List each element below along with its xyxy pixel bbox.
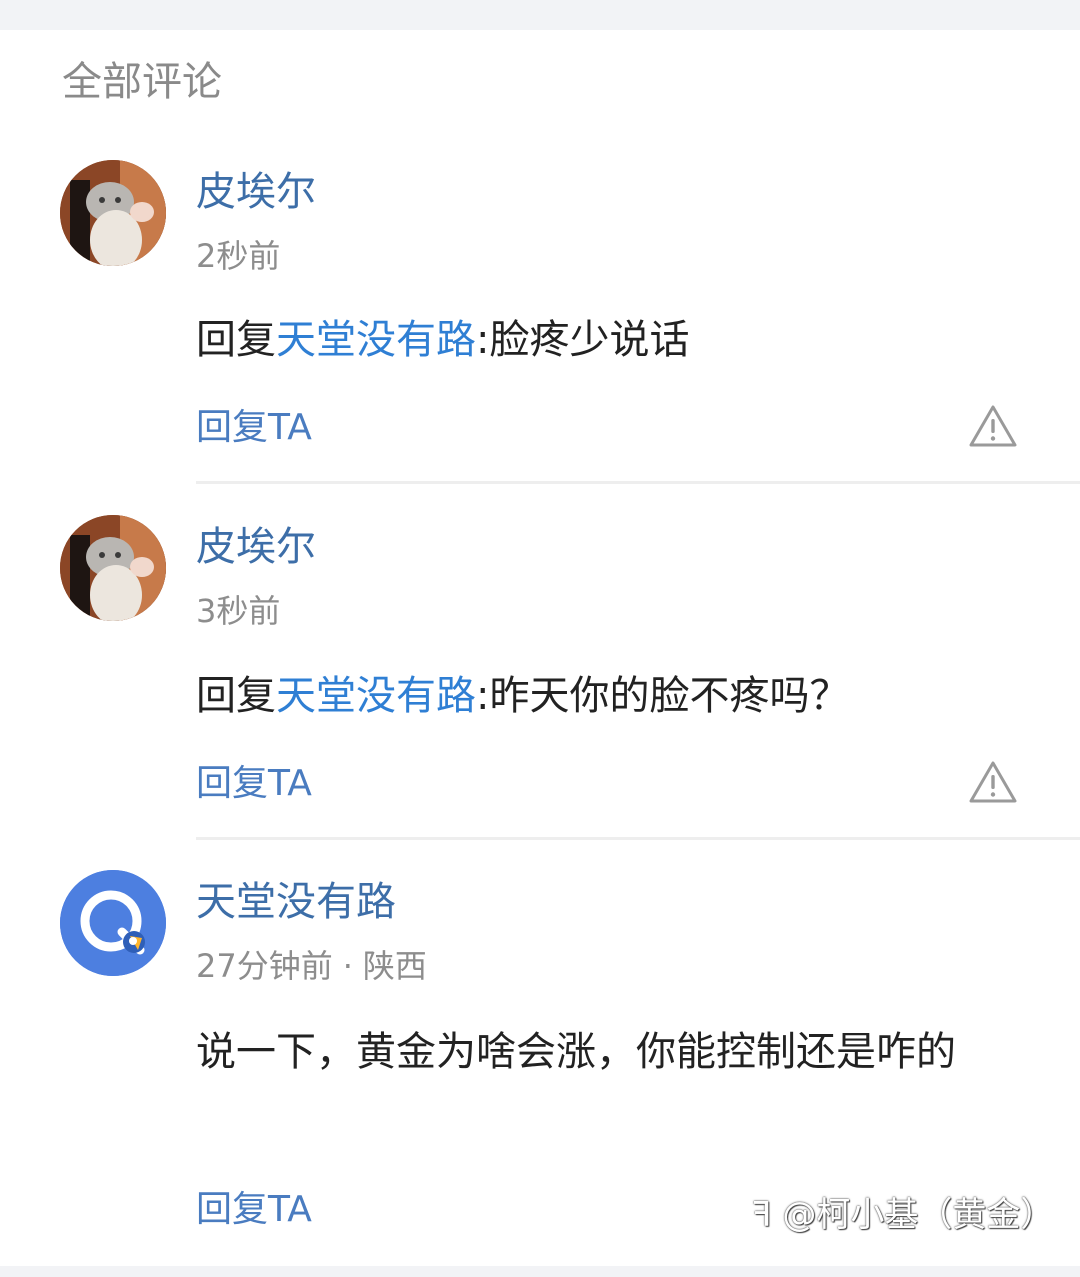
reply-prefix: 回复: [196, 673, 276, 719]
comment-meta: 27分钟前 · 陕西: [196, 944, 427, 988]
section-title: 全部评论: [62, 59, 222, 105]
mention-link[interactable]: 天堂没有路: [276, 317, 476, 363]
watermark-logo-icon: ꟻ: [752, 1195, 783, 1235]
meta-separator: ·: [342, 947, 353, 985]
comment-text: :昨天你的脸不疼吗？: [476, 673, 850, 719]
user-avatar[interactable]: [60, 160, 166, 266]
app-avatar[interactable]: [60, 870, 166, 976]
warning-triangle-icon[interactable]: [968, 404, 1018, 448]
time-text: 2秒前: [196, 237, 281, 275]
comment-username[interactable]: 天堂没有路: [196, 876, 396, 928]
comment-time: 2秒前: [196, 234, 280, 278]
comment-text: 说一下，黄金为啥会涨，你能控制还是咋的: [196, 1029, 956, 1075]
comment-content: 说一下，黄金为啥会涨，你能控制还是咋的: [196, 1018, 1016, 1086]
warning-triangle-icon[interactable]: [968, 760, 1018, 804]
comment-text: :脸疼少说话: [476, 317, 690, 363]
watermark: ꟻ @柯小基（黄金）: [752, 1192, 1054, 1238]
location-text: 陕西: [362, 947, 427, 985]
comment-username[interactable]: 皮埃尔: [196, 166, 316, 218]
divider: [196, 837, 1080, 840]
watermark-text: @柯小基（黄金）: [782, 1195, 1055, 1235]
reply-button[interactable]: 回复TA: [196, 760, 312, 808]
time-text: 27分钟前: [196, 947, 333, 985]
reply-button[interactable]: 回复TA: [196, 1186, 312, 1234]
divider: [196, 481, 1080, 484]
mention-link[interactable]: 天堂没有路: [276, 673, 476, 719]
comment-username[interactable]: 皮埃尔: [196, 521, 316, 573]
comment-content: 回复天堂没有路:昨天你的脸不疼吗？: [196, 662, 1016, 730]
reply-button[interactable]: 回复TA: [196, 404, 312, 452]
time-text: 3秒前: [196, 592, 281, 630]
user-avatar[interactable]: [60, 515, 166, 621]
comment-content: 回复天堂没有路:脸疼少说话: [196, 306, 1016, 374]
comment-time: 3秒前: [196, 589, 280, 633]
reply-prefix: 回复: [196, 317, 276, 363]
